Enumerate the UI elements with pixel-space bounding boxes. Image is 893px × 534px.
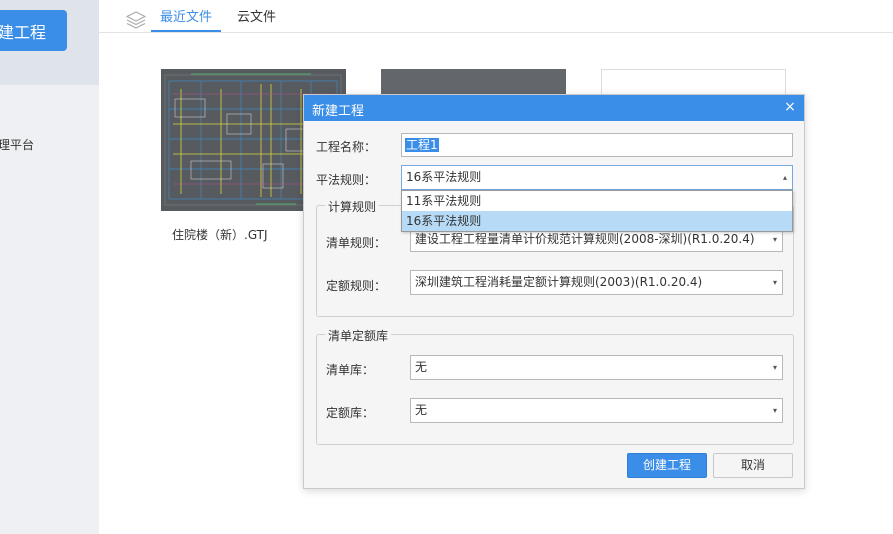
tab-recent-files[interactable]: 最近文件 [160,10,212,32]
chevron-down-icon: ▾ [772,406,777,415]
dialog-titlebar[interactable]: 新建工程 × [304,95,804,121]
quota-lib-label: 定额库： [326,406,375,420]
quota-rule-value: 深圳建筑工程消耗量定额计算规则(2003)(R1.0.20.4) [415,275,703,289]
pingfa-rule-value: 16系平法规则 [406,170,482,184]
chevron-down-icon: ▾ [772,278,777,287]
bill-lib-value: 无 [415,360,428,374]
project-name-value: 工程1 [405,138,439,152]
layers-icon [126,11,146,29]
quota-lib-select[interactable]: 无 ▾ [410,398,783,423]
bill-rule-value: 建设工程工程量清单计价规范计算规则(2008-深圳)(R1.0.20.4) [415,232,755,246]
project-name-input[interactable]: 工程1 [401,133,793,157]
library-group: 清单定额库 [316,327,794,445]
pingfa-rule-label: 平法规则： [316,173,377,187]
recent-file-name[interactable]: 住院楼（新）.GTJ [172,226,268,243]
sidebar: 建工程 理平台 [0,0,99,534]
bill-rule-label: 清单规则： [326,236,387,250]
dialog-title: 新建工程 [312,104,365,119]
chevron-up-icon: ▴ [782,173,787,182]
calc-rules-legend: 计算规则 [325,198,380,215]
sidebar-header: 建工程 [0,0,99,85]
new-project-button[interactable]: 建工程 [0,10,67,51]
tabs-divider [99,32,893,33]
app-window: 建工程 理平台 最近文件 云文件 住院楼（新）.GTJ 新建工程 × 工程名称：… [0,0,893,534]
cancel-button[interactable]: 取消 [713,453,793,478]
pingfa-rule-dropdown-list: 11系平法规则 16系平法规则 [401,190,793,232]
pingfa-rule-select[interactable]: 16系平法规则 ▴ [401,165,793,190]
dropdown-option-11[interactable]: 11系平法规则 [402,191,792,211]
library-legend: 清单定额库 [325,327,392,344]
quota-rule-label: 定额规则： [326,279,387,293]
bill-lib-label: 清单库： [326,363,375,377]
tab-cloud-files[interactable]: 云文件 [237,10,276,32]
chevron-down-icon: ▾ [772,363,777,372]
create-project-button[interactable]: 创建工程 [627,453,707,478]
quota-rule-select[interactable]: 深圳建筑工程消耗量定额计算规则(2003)(R1.0.20.4) ▾ [410,270,783,295]
project-name-label: 工程名称： [316,140,377,154]
sidebar-item-platform[interactable]: 理平台 [0,136,34,153]
quota-lib-value: 无 [415,403,428,417]
new-project-dialog: 新建工程 × 工程名称： 工程1 平法规则： 16系平法规则 ▴ 计算规则 清单… [303,94,805,489]
close-icon[interactable]: × [782,98,798,116]
bill-lib-select[interactable]: 无 ▾ [410,355,783,380]
dropdown-option-16[interactable]: 16系平法规则 [402,211,792,231]
